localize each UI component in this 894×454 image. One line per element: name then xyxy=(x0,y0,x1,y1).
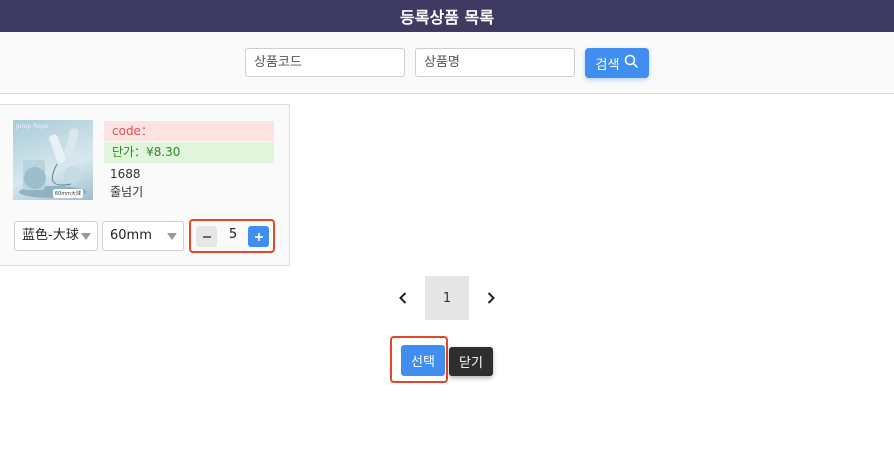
search-icon xyxy=(624,54,639,72)
chevron-right-icon xyxy=(487,292,495,304)
chevron-down-icon xyxy=(81,233,91,240)
product-image: Jump Rope 60mm大球 xyxy=(13,120,93,200)
product-source: 1688 xyxy=(110,167,141,181)
search-button[interactable]: 검색 xyxy=(585,48,649,78)
minus-icon xyxy=(202,235,211,238)
size-option-value: 60mm xyxy=(110,228,152,243)
page-title: 등록상품 목록 xyxy=(400,8,494,27)
select-button[interactable]: 선택 xyxy=(401,345,445,376)
pagination: 1 xyxy=(395,276,495,320)
color-option-value: 蓝色-大球 xyxy=(22,228,79,243)
previous-page-button[interactable] xyxy=(395,288,411,308)
page-header: 등록상품 목록 xyxy=(0,0,894,32)
quantity-stepper: 5 xyxy=(189,219,275,253)
product-name-input[interactable] xyxy=(415,48,575,77)
product-code-input[interactable] xyxy=(245,48,405,77)
increase-quantity-button[interactable] xyxy=(248,226,269,247)
search-button-label: 검색 xyxy=(595,57,620,73)
product-price: 단가：¥8.30 xyxy=(104,142,274,163)
color-option-select[interactable]: 蓝色-大球 xyxy=(14,221,98,251)
product-image-tag: 60mm大球 xyxy=(52,189,83,198)
search-bar: 검색 xyxy=(0,32,894,94)
close-button[interactable]: 닫기 xyxy=(449,347,493,376)
chevron-left-icon xyxy=(399,292,407,304)
plus-icon xyxy=(254,232,263,241)
chevron-down-icon xyxy=(167,233,177,240)
next-page-button[interactable] xyxy=(483,288,499,308)
page-number-button[interactable]: 1 xyxy=(425,276,469,320)
product-card: Jump Rope 60mm大球 code： 단가：¥8.30 1688 줄넘기… xyxy=(0,104,290,266)
size-option-select[interactable]: 60mm xyxy=(102,221,184,251)
product-code: code： xyxy=(104,121,274,141)
product-name: 줄넘기 xyxy=(110,185,144,199)
decrease-quantity-button[interactable] xyxy=(196,226,217,247)
quantity-value[interactable]: 5 xyxy=(223,227,243,242)
